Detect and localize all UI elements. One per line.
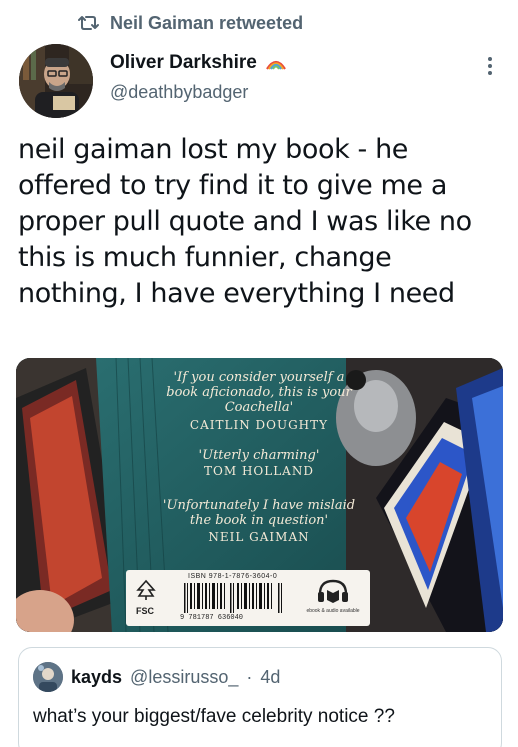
pull-quote-author-2: TOM HOLLAND [204,464,314,478]
isbn-text: ISBN 978-1-7876-3604-0 [188,573,278,580]
quoted-tweet-header: kayds @lessirusso_ · 4d [33,662,280,692]
pull-quote-1: 'If you consider yourself a book aficion… [166,370,352,415]
pull-quote-2: 'Utterly charming' [198,448,320,463]
barcode-icon [184,583,282,613]
more-dots-icon [488,57,492,75]
rainbow-badge-icon [265,55,287,71]
quoted-tweet-text: what’s your biggest/fave celebrity notic… [33,706,395,727]
pull-quote-author-1: CAITLIN DOUGHTY [189,418,329,432]
author-handle[interactable]: @deathbybadger [110,82,287,103]
tweet-body-text: neil gaiman lost my book - he offered to… [18,134,472,309]
quoted-handle: @lessirusso_ [130,666,239,687]
quoted-tweet[interactable]: kayds @lessirusso_ · 4d what’s your bigg… [18,647,502,747]
pull-quote-author-3: NEIL GAIMAN [208,530,310,544]
barcode-digits: 9 781787 636040 [180,614,244,622]
retweet-icon [78,13,100,33]
tweet-photo[interactable]: 'If you consider yourself a book aficion… [16,358,503,632]
barcode-panel: FSC ISBN 978-1-7876-3604-0 9 781787 6360… [126,570,370,626]
ebook-audio-icon [318,579,348,603]
author-display-name[interactable]: Oliver Darkshire [110,52,257,74]
avatar[interactable] [19,44,93,118]
tweet-author[interactable]: Oliver Darkshire @deathbybadger [110,52,287,103]
quoted-avatar[interactable] [33,662,63,692]
more-options-button[interactable] [476,52,504,80]
fsc-label: FSC [136,606,154,616]
retweet-label: Neil Gaiman retweeted [110,12,304,33]
retweet-context[interactable]: Neil Gaiman retweeted [78,10,303,36]
quoted-display-name: kayds [71,666,123,687]
quoted-timestamp: 4d [260,666,281,687]
ebook-audio-label: ebook & audio available [306,608,360,614]
pull-quote-3: 'Unfortunately I have mislaid the book i… [162,498,356,528]
fsc-tree-icon [136,579,156,600]
quoted-separator: · [246,666,253,687]
